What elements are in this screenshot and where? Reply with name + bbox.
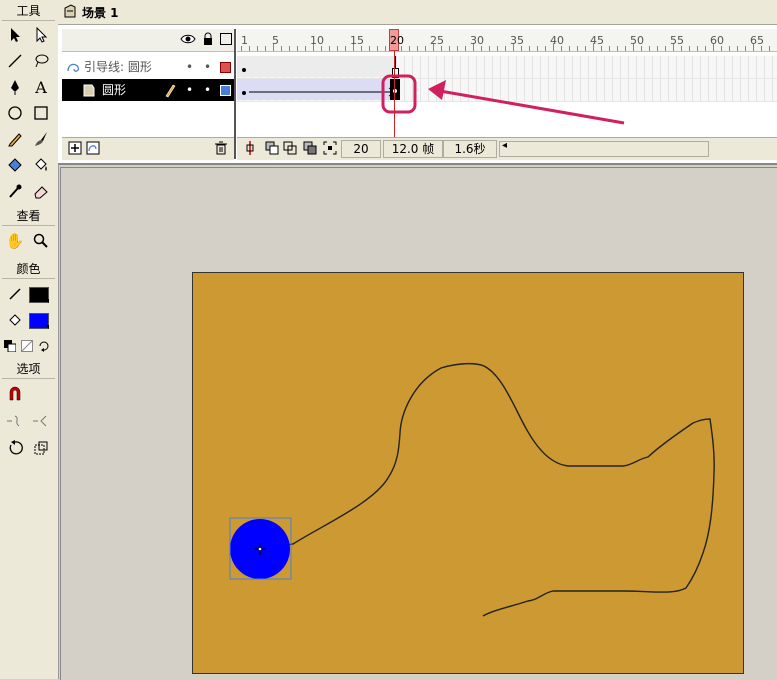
lock-dot[interactable]: • — [204, 79, 211, 101]
scene-title: 场景 1 — [82, 6, 119, 20]
scene-icon — [63, 3, 77, 22]
timeline-panel: 引导线: 圆形 • • 圆形 • • 1 5 10 15 20 25 30 35… — [58, 25, 777, 165]
text-icon[interactable]: A — [30, 76, 52, 98]
stage[interactable] — [192, 272, 744, 674]
brush-icon[interactable] — [30, 128, 52, 150]
rectangle-icon[interactable] — [30, 102, 52, 124]
tween-arrow — [249, 87, 398, 97]
ruler-label: 50 — [630, 34, 644, 47]
subselect-icon[interactable] — [30, 24, 52, 46]
snap-magnet-icon[interactable] — [4, 383, 26, 405]
circle-layer-frames[interactable] — [237, 79, 777, 102]
swap-colors-icon[interactable] — [36, 335, 52, 357]
frames-area[interactable]: 1 5 10 15 20 25 30 35 40 45 50 55 60 65 — [237, 29, 777, 137]
tools-panel: 工具 A 查看 ✋ 颜色 选项 — [0, 0, 59, 679]
oval-icon[interactable] — [4, 102, 26, 124]
elapsed-time-field: 1.6秒 — [443, 140, 497, 158]
layer-name: 圆形 — [102, 83, 127, 97]
ruler-label: 65 — [750, 34, 764, 47]
playhead-line — [394, 51, 395, 137]
work-area[interactable] — [60, 167, 777, 680]
ruler-label: 60 — [710, 34, 724, 47]
pen-icon[interactable] — [4, 76, 26, 98]
no-color-icon[interactable] — [19, 335, 35, 357]
layer-color-swatch[interactable] — [220, 62, 231, 73]
edit-multiple-frames-icon[interactable] — [303, 141, 317, 158]
scene-bar: 场景 1 — [58, 0, 777, 25]
fill-color-icon — [4, 309, 26, 331]
lock-icon[interactable] — [202, 32, 214, 49]
visibility-dot[interactable]: • — [186, 56, 193, 78]
zoom-icon[interactable] — [30, 230, 52, 252]
ruler-label: 10 — [310, 34, 324, 47]
modify-onion-markers-icon[interactable] — [323, 141, 337, 158]
eyedropper-icon[interactable] — [4, 180, 26, 202]
outline-icon[interactable] — [220, 33, 232, 45]
ruler-label: 15 — [350, 34, 364, 47]
colors-section-label: 颜色 — [2, 260, 55, 279]
onion-outline-icon[interactable] — [283, 141, 297, 158]
ruler-label: 55 — [670, 34, 684, 47]
arrow-icon[interactable] — [4, 24, 26, 46]
paint-bucket-icon[interactable] — [30, 154, 52, 176]
lasso-icon[interactable] — [30, 50, 52, 72]
layer-color-swatch[interactable] — [220, 85, 231, 96]
add-guide-layer-icon[interactable] — [86, 141, 100, 158]
ruler-label: 5 — [272, 34, 279, 47]
trash-icon[interactable] — [214, 141, 228, 158]
layer-name: 引导线: 圆形 — [84, 60, 152, 74]
fill-color-swatch[interactable] — [29, 313, 49, 329]
view-section-label: 查看 — [2, 207, 55, 226]
scale-icon[interactable] — [30, 437, 52, 459]
layer-header — [62, 29, 234, 52]
pencil-icon[interactable] — [4, 128, 26, 150]
ruler-label: 1 — [241, 34, 248, 47]
center-frame-icon[interactable] — [243, 141, 257, 158]
ink-bottle-icon[interactable] — [4, 154, 26, 176]
stroke-color-icon — [4, 283, 26, 305]
timeline-status-bar: 20 12.0 帧 1.6秒 ◂ — [237, 137, 777, 160]
guide-frame-span[interactable] — [237, 56, 396, 77]
layer-circle[interactable]: 圆形 • • — [62, 79, 234, 101]
rotate-icon[interactable] — [4, 437, 26, 459]
ruler-label: 45 — [590, 34, 604, 47]
current-frame-field: 20 — [341, 140, 381, 158]
layer-icon — [82, 82, 96, 105]
eye-icon[interactable] — [180, 32, 196, 49]
straighten-icon[interactable] — [30, 410, 52, 432]
guide-layer-frames[interactable] — [237, 56, 777, 79]
black-white-icon[interactable] — [2, 335, 18, 357]
smooth-icon[interactable] — [4, 410, 26, 432]
scroll-left-icon[interactable]: ◂ — [502, 140, 507, 151]
pencil-icon — [164, 82, 176, 105]
options-section-label: 选项 — [2, 360, 55, 379]
layer-footer — [62, 137, 234, 160]
keyframe-dot[interactable] — [242, 91, 246, 95]
ruler-label: 35 — [510, 34, 524, 47]
ruler-label-current: 20 — [390, 34, 404, 47]
add-layer-icon[interactable] — [68, 141, 82, 158]
onion-skin-icon[interactable] — [265, 141, 279, 158]
line-icon[interactable] — [4, 50, 26, 72]
motion-guide-path — [260, 362, 715, 617]
stage-drawing — [229, 362, 715, 617]
frame-rate-field: 12.0 帧 — [383, 140, 443, 158]
layer-guide[interactable]: 引导线: 圆形 • • — [62, 56, 234, 78]
stroke-color-swatch[interactable] — [29, 287, 49, 303]
ruler-label: 30 — [470, 34, 484, 47]
ruler-label: 40 — [550, 34, 564, 47]
visibility-dot[interactable]: • — [186, 79, 193, 101]
timeline-hscroll[interactable]: ◂ — [499, 140, 709, 157]
eraser-icon[interactable] — [30, 180, 52, 202]
lock-dot[interactable]: • — [204, 56, 211, 78]
hand-icon[interactable]: ✋ — [4, 230, 26, 252]
ruler-label: 25 — [430, 34, 444, 47]
tools-section-label: 工具 — [2, 2, 55, 21]
keyframe-dot[interactable] — [242, 68, 246, 72]
frame-ruler[interactable]: 1 5 10 15 20 25 30 35 40 45 50 55 60 65 — [237, 29, 777, 52]
